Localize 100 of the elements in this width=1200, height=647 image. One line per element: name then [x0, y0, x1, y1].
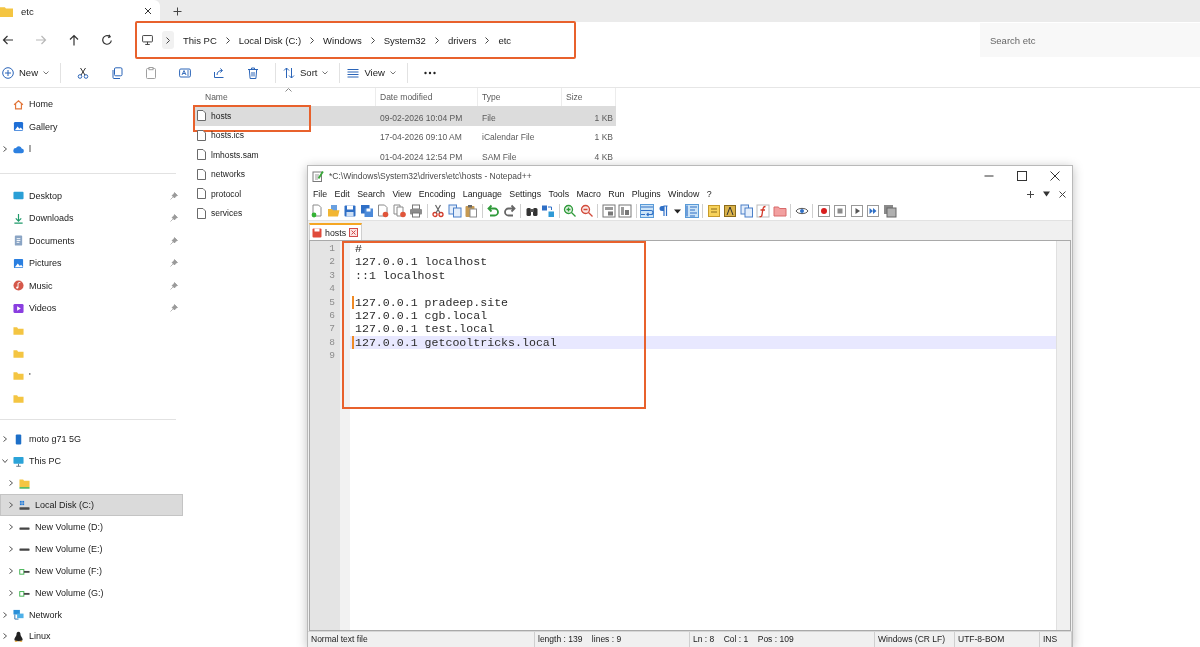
document-map-icon[interactable] — [723, 204, 737, 218]
copy-icon[interactable] — [111, 66, 123, 79]
chevron-down-icon[interactable] — [2, 458, 8, 465]
menu-item[interactable]: Tools — [548, 189, 570, 199]
sidebar-item[interactable]: Music — [0, 274, 183, 297]
pilcrow-icon[interactable] — [656, 204, 671, 218]
chevron-right-icon[interactable] — [8, 567, 14, 574]
function-icon[interactable] — [756, 204, 770, 218]
up-icon[interactable] — [68, 34, 80, 46]
caret-icon[interactable] — [1043, 191, 1050, 197]
close-file-icon[interactable] — [376, 204, 390, 218]
sync-vertical-icon[interactable] — [601, 204, 616, 218]
save-icon[interactable] — [343, 204, 357, 218]
scissors-icon[interactable] — [431, 204, 445, 218]
sidebar-item[interactable]: New Volume (D:) — [0, 516, 183, 538]
file-row[interactable]: lmhosts.sam 01-04-2024 12:54 PM SAM File 4 KB — [193, 145, 616, 165]
close-all-icon[interactable] — [392, 204, 407, 218]
share-icon[interactable] — [213, 66, 225, 79]
breadcrumb[interactable]: etc — [498, 34, 512, 46]
breadcrumb[interactable]: System32 — [383, 34, 426, 46]
document-list-icon[interactable] — [739, 204, 754, 218]
zoom-out-icon[interactable] — [579, 204, 594, 218]
file-row[interactable]: services — [193, 203, 251, 223]
close-icon[interactable] — [144, 7, 152, 15]
menu-item[interactable]: Run — [608, 189, 625, 199]
maximize-icon[interactable] — [1017, 171, 1027, 181]
trash-icon[interactable] — [247, 66, 259, 79]
vertical-scrollbar[interactable] — [1056, 241, 1070, 630]
breadcrumb[interactable]: This PC — [183, 34, 217, 46]
save-all-icon[interactable] — [359, 204, 374, 218]
chevron-right-icon[interactable] — [8, 524, 14, 530]
file-row[interactable]: hosts.ics 17-04-2026 09:10 AM iCalendar File 1 KB — [193, 125, 616, 145]
printer-icon[interactable] — [409, 204, 423, 218]
file-tab[interactable]: hosts — [309, 223, 363, 240]
file-row[interactable]: networks — [193, 164, 253, 184]
sync-horizontal-icon[interactable] — [618, 204, 632, 218]
breadcrumb[interactable]: Windows — [323, 34, 362, 46]
chevron-right-icon[interactable] — [8, 502, 14, 509]
save-macro-icon[interactable] — [882, 204, 897, 218]
scissors-icon[interactable] — [77, 66, 89, 79]
file-row[interactable]: protocol — [193, 184, 250, 204]
menu-item[interactable]: Window — [668, 189, 700, 199]
sidebar-item[interactable]: Videos — [0, 297, 183, 320]
sidebar-item[interactable]: Linux — [0, 625, 183, 647]
redo-icon[interactable] — [502, 204, 517, 218]
menu-item[interactable]: Edit — [334, 189, 350, 199]
fast-forward-icon[interactable] — [866, 204, 880, 218]
chevron-button[interactable] — [162, 31, 174, 49]
open-folder-icon[interactable] — [326, 204, 341, 218]
chevron-right-icon[interactable] — [8, 545, 14, 552]
sidebar-item[interactable]: This PC — [0, 450, 183, 473]
sidebar-item[interactable]: Network — [0, 603, 183, 626]
menu-item[interactable]: Macro — [576, 189, 601, 199]
new-tab-icon[interactable] — [172, 6, 182, 16]
chevron-right-icon[interactable] — [2, 611, 8, 618]
undo-icon[interactable] — [486, 204, 500, 218]
chevron-right-icon[interactable] — [2, 633, 8, 640]
stop-icon[interactable] — [833, 204, 847, 218]
sidebar-item[interactable]: Local Disk (C:) — [0, 494, 183, 517]
sidebar-item[interactable]: ' — [0, 364, 183, 387]
sidebar-item[interactable]: New Volume (F:) — [0, 559, 183, 582]
plus-icon[interactable] — [1027, 190, 1034, 198]
tab[interactable]: etc — [0, 0, 160, 22]
record-icon[interactable] — [816, 204, 831, 218]
view-button[interactable]: View — [345, 60, 402, 85]
play-icon[interactable] — [849, 204, 864, 218]
word-wrap-icon[interactable] — [640, 204, 654, 218]
breadcrumb[interactable]: drivers — [447, 34, 477, 46]
sidebar-item[interactable]: Home — [0, 93, 183, 116]
copy-icon[interactable] — [447, 204, 462, 218]
sidebar-item[interactable]: Desktop — [0, 184, 183, 207]
menu-item[interactable]: Settings — [509, 189, 542, 199]
sidebar-item[interactable]: New Volume (E:) — [0, 537, 183, 560]
chevron-right-icon[interactable] — [8, 480, 14, 487]
search-field[interactable]: Search etc — [980, 23, 1200, 57]
menu-item[interactable]: Language — [462, 189, 502, 199]
chevron-right-icon[interactable] — [8, 589, 14, 596]
rename-icon[interactable] — [179, 66, 191, 79]
sidebar-item[interactable]: New Volume (G:) — [0, 581, 183, 604]
close-icon[interactable] — [1050, 171, 1060, 181]
sidebar-item[interactable]: Gallery — [0, 115, 183, 138]
close-icon[interactable] — [1059, 190, 1066, 198]
menu-item[interactable]: Plugins — [631, 189, 661, 199]
new-file-icon[interactable] — [310, 204, 324, 218]
menu-item[interactable]: File — [313, 189, 328, 199]
zoom-in-icon[interactable] — [563, 204, 577, 218]
replace-icon[interactable] — [541, 204, 555, 218]
sidebar-item[interactable]: Downloads — [0, 207, 183, 230]
refresh-icon[interactable] — [101, 34, 113, 46]
chevron-right-icon[interactable] — [2, 436, 8, 443]
address-bar[interactable]: This PC Local Disk (C:) Windows System32 drivers etc — [135, 21, 576, 59]
sort-button[interactable]: Sort — [281, 60, 335, 85]
folder-icon[interactable] — [772, 204, 787, 218]
menu-item[interactable]: ? — [706, 189, 712, 199]
menu-item[interactable]: Search — [357, 189, 385, 199]
new-button[interactable]: New — [0, 60, 55, 85]
menu-item[interactable]: View — [392, 189, 412, 199]
breadcrumb[interactable]: Local Disk (C:) — [238, 34, 302, 46]
menu-item[interactable]: Encoding — [418, 189, 456, 199]
chevron-right-icon[interactable] — [2, 146, 8, 153]
